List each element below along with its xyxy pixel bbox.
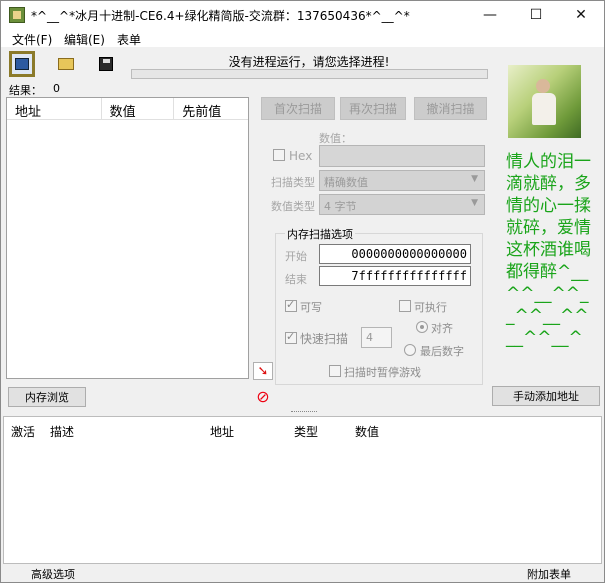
copy-to-list-button[interactable]: ➘ [253, 362, 273, 380]
process-status: 没有进程运行，请您选择进程! [228, 55, 390, 69]
scan-type-label: 扫描类型 [271, 176, 315, 189]
results-count: 0 [53, 82, 60, 95]
column-previous-value[interactable]: 先前值 [174, 98, 248, 120]
scan-progress-bar [131, 69, 488, 79]
align-label: 对齐 [431, 322, 453, 335]
executable-label: 可执行 [414, 301, 447, 314]
executable-checkbox[interactable] [399, 300, 411, 312]
writable-checkbox[interactable] [285, 298, 297, 312]
column-description[interactable]: 描述 [50, 423, 74, 440]
address-list-header: 激活 描述 地址 类型 数值 [4, 417, 601, 441]
column-value[interactable]: 数值 [355, 423, 379, 440]
menu-file[interactable]: 文件(F) [12, 31, 52, 48]
menu-edit[interactable]: 编辑(E) [64, 31, 105, 48]
status-bar: 高级选项 附加表单 [1, 564, 604, 582]
writable-label: 可写 [300, 301, 322, 314]
hex-label: Hex [289, 149, 313, 163]
pause-game-checkbox[interactable] [329, 365, 341, 377]
column-type[interactable]: 类型 [294, 423, 318, 440]
fast-scan-label: 快速扫描 [300, 332, 349, 346]
pause-game-label: 扫描时暂停游戏 [344, 366, 421, 379]
result-list[interactable]: 地址 数值 先前值 [6, 97, 249, 379]
fast-scan-checkbox[interactable] [285, 330, 297, 344]
no-entry-icon: ⊘ [256, 386, 270, 406]
start-label: 开始 [285, 250, 307, 263]
window-title: *^__^*冰月十进制-CE6.4+绿化精简版-交流群：137650436*^_… [31, 9, 410, 23]
value-type-select[interactable]: 4 字节 ▼ [319, 194, 485, 215]
next-scan-button[interactable]: 再次扫描 [340, 97, 406, 120]
avatar [508, 65, 581, 138]
address-list[interactable]: 激活 描述 地址 类型 数值 [3, 416, 602, 564]
fast-scan-alignment-input[interactable]: 4 [361, 327, 392, 348]
scan-type-select[interactable]: 精确数值 ▼ [319, 170, 485, 191]
align-radio[interactable] [416, 321, 428, 333]
save-button[interactable] [93, 51, 119, 77]
open-file-icon [58, 58, 74, 70]
value-type-label: 数值类型 [271, 200, 315, 213]
save-icon [99, 57, 113, 71]
start-address-input[interactable]: 0000000000000000 [319, 244, 471, 264]
column-address[interactable]: 地址 [7, 98, 102, 120]
chevron-down-icon: ▼ [471, 198, 478, 208]
last-digit-radio[interactable] [404, 344, 416, 356]
scan-type-value: 精确数值 [324, 176, 368, 189]
last-digit-label: 最后数字 [420, 345, 464, 358]
poem-text: 情人的泪一滴就醉，多情的心一揉就碎，爱情这杯酒谁喝都得醉^__^^__^^__^… [506, 152, 591, 348]
chevron-down-icon: ▼ [471, 174, 478, 184]
results-label: 结果： [9, 84, 42, 97]
value-type-value: 4 字节 [324, 200, 357, 213]
close-button[interactable]: ✕ [558, 1, 604, 29]
value-label: 数值： [319, 132, 352, 145]
column-address[interactable]: 地址 [210, 423, 234, 440]
attach-table-button[interactable]: 附加表单 [527, 566, 571, 582]
open-file-button[interactable] [53, 51, 79, 77]
value-input[interactable] [319, 145, 485, 167]
menu-table[interactable]: 表单 [117, 31, 141, 48]
select-process-button[interactable] [9, 51, 35, 77]
column-active[interactable]: 激活 [11, 423, 35, 440]
first-scan-button[interactable]: 首次扫描 [261, 97, 335, 120]
red-arrow-icon: ➘ [257, 363, 269, 379]
advanced-options-button[interactable]: 高级选项 [31, 566, 75, 582]
end-address-input[interactable]: 7fffffffffffffff [319, 266, 471, 286]
splitter-grip [291, 411, 317, 414]
add-address-button[interactable]: 手动添加地址 [492, 386, 600, 406]
memory-scan-options-title: 内存扫描选项 [285, 226, 355, 242]
column-value[interactable]: 数值 [102, 98, 175, 120]
hex-checkbox[interactable] [273, 149, 285, 161]
main-window: *^__^*冰月十进制-CE6.4+绿化精简版-交流群：137650436*^_… [0, 0, 605, 583]
result-list-header: 地址 数值 先前值 [7, 98, 248, 120]
memory-browse-button[interactable]: 内存浏览 [8, 387, 86, 407]
undo-scan-button[interactable]: 撤消扫描 [414, 97, 487, 120]
minimize-button[interactable]: — [467, 1, 513, 29]
maximize-button[interactable]: ☐ [513, 1, 559, 29]
end-label: 结束 [285, 273, 307, 286]
stop-button[interactable]: ⊘ [253, 386, 273, 406]
app-icon [9, 7, 25, 23]
select-process-icon [15, 58, 29, 70]
title-bar[interactable]: *^__^*冰月十进制-CE6.4+绿化精简版-交流群：137650436*^_… [1, 1, 604, 29]
menu-bar: 文件(F) 编辑(E) 表单 [1, 29, 604, 47]
